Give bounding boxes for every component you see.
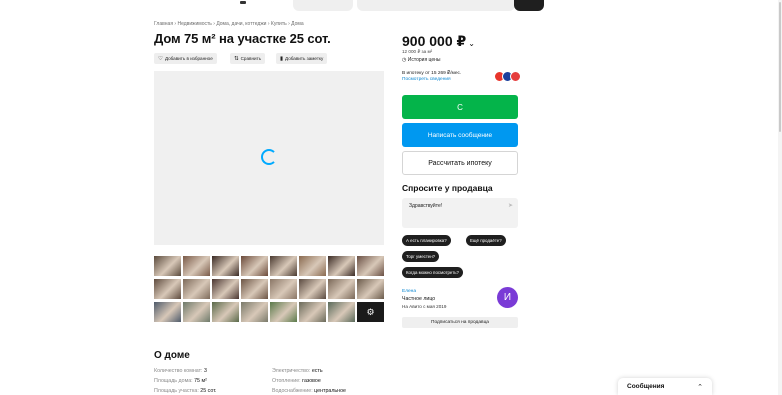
spec-plot-area: Площадь участка: 25 сот. <box>154 388 217 394</box>
quick-question-chip[interactable]: Ещё продаёте? <box>466 235 506 246</box>
note-icon: ▮ <box>280 55 284 62</box>
header-fragment <box>240 1 246 4</box>
spec-value: центральное <box>314 388 347 394</box>
thumbnail-photo[interactable] <box>357 279 384 299</box>
add-to-favorites-label: Добавить в избранное <box>164 56 213 61</box>
thumbnail-photo[interactable] <box>357 256 384 276</box>
chevron-down-icon: ⌄ <box>468 39 475 48</box>
avatar[interactable]: И <box>497 287 518 308</box>
loading-spinner-icon <box>261 149 277 165</box>
thumbnail-photo[interactable] <box>212 256 239 276</box>
thumbnail-photo[interactable] <box>154 302 181 322</box>
price-value: 900 000 ₽ <box>402 33 467 49</box>
thumbnail-photo[interactable] <box>270 302 297 322</box>
chevron-up-icon[interactable]: ⌃ <box>697 383 703 391</box>
price[interactable]: 900 000 ₽ ⌄ <box>402 33 475 50</box>
thumbnail-photo[interactable] <box>299 279 326 299</box>
thumbnail-row-3: ⚙ <box>154 302 384 322</box>
ask-seller-text: Здравствуйте! <box>409 203 443 209</box>
thumbnail-photo[interactable] <box>328 302 355 322</box>
bank-logo-icon <box>510 71 521 82</box>
thumbnail-photo[interactable] <box>328 279 355 299</box>
spec-value: 3 <box>204 368 207 374</box>
spec-label: Количество комнат: <box>154 368 203 374</box>
send-icon[interactable]: ➤ <box>508 202 513 209</box>
thumbnail-photo[interactable] <box>154 256 181 276</box>
spec-value: 75 м² <box>194 378 207 384</box>
add-note-button[interactable]: ▮ Добавить заметку <box>276 53 328 64</box>
quick-question-chip[interactable]: А есть планировка? <box>402 235 451 246</box>
spec-heating: Отопление: газовое <box>272 378 321 384</box>
thumbnail-photo[interactable] <box>328 256 355 276</box>
scrollbar[interactable] <box>778 0 782 395</box>
spec-label: Электричество: <box>272 368 311 374</box>
spec-rooms: Количество комнат: 3 <box>154 368 207 374</box>
show-phone-button[interactable]: С <box>402 95 518 119</box>
category-select[interactable] <box>293 0 353 11</box>
write-message-button[interactable]: Написать сообщение <box>402 123 518 147</box>
bank-logos <box>494 71 524 83</box>
heart-icon: ♡ <box>158 55 163 62</box>
compare-button[interactable]: ⇅ Сравнить <box>230 53 266 64</box>
messages-bar[interactable]: Сообщения ⌃ <box>618 378 712 395</box>
spec-value: газовое <box>302 378 321 384</box>
page-title: Дом 75 м² на участке 25 сот. <box>154 31 331 46</box>
breadcrumb[interactable]: Главная › Недвижимость › Дома, дачи, кот… <box>154 21 304 27</box>
price-history-label: История цены <box>407 57 441 63</box>
gear-icon: ⚙ <box>366 306 375 317</box>
ask-seller-title: Спросите у продавца <box>402 183 493 193</box>
thumbnail-photo[interactable] <box>212 279 239 299</box>
seller-name[interactable]: Елена <box>402 289 416 294</box>
messages-label: Сообщения <box>627 383 665 390</box>
spec-value: 25 сот. <box>200 388 217 394</box>
add-to-favorites-button[interactable]: ♡ Добавить в избранное <box>154 53 217 64</box>
scrollbar-thumb[interactable] <box>779 2 781 132</box>
compare-icon: ⇅ <box>234 55 239 62</box>
subscribe-seller-button[interactable]: Подписаться на продавца <box>402 317 518 328</box>
thumbnail-photo[interactable] <box>299 302 326 322</box>
history-icon: ◷ <box>402 57 407 63</box>
seller-type: Частное лицо <box>402 296 436 302</box>
spec-water: Водоснабжение: центральное <box>272 388 346 394</box>
spec-label: Водоснабжение: <box>272 388 313 394</box>
more-photos-button[interactable]: ⚙ <box>357 302 384 322</box>
thumbnail-row-1 <box>154 256 384 276</box>
spec-electricity: Электричество: есть <box>272 368 323 374</box>
thumbnail-photo[interactable] <box>183 302 210 322</box>
price-history-link[interactable]: ◷ История цены <box>402 57 441 63</box>
spec-house-area: Площадь дома: 75 м² <box>154 378 207 384</box>
thumbnail-photo[interactable] <box>241 302 268 322</box>
spec-label: Площадь участка: <box>154 388 199 394</box>
quick-question-chip[interactable]: Когда можно посмотреть? <box>402 267 463 278</box>
calculate-mortgage-button[interactable]: Рассчитать ипотеку <box>402 151 518 175</box>
spec-value: есть <box>311 368 323 374</box>
compare-label: Сравнить <box>240 56 262 61</box>
thumbnail-photo[interactable] <box>299 256 326 276</box>
ask-seller-input[interactable]: Здравствуйте! ➤ <box>402 198 518 228</box>
thumbnail-photo[interactable] <box>183 256 210 276</box>
spec-label: Площадь дома: <box>154 378 193 384</box>
thumbnail-photo[interactable] <box>241 279 268 299</box>
thumbnail-strip: ⚙ <box>154 256 384 325</box>
about-house-title: О доме <box>154 350 190 361</box>
thumbnail-photo[interactable] <box>270 256 297 276</box>
mortgage-info: В ипотеку от 15 269 ₽/мес. <box>402 71 462 76</box>
thumbnail-photo[interactable] <box>154 279 181 299</box>
thumbnail-photo[interactable] <box>183 279 210 299</box>
add-note-label: Добавить заметку <box>285 56 324 61</box>
seller-since: На Авито с мая 2019 <box>402 304 447 309</box>
thumbnail-row-2 <box>154 279 384 299</box>
price-per-meter: 12 000 ₽ за м² <box>402 49 433 54</box>
photo-gallery[interactable] <box>154 71 384 245</box>
header-strip <box>0 0 782 16</box>
spec-label: Отопление: <box>272 378 301 384</box>
thumbnail-photo[interactable] <box>270 279 297 299</box>
search-input[interactable] <box>357 0 515 11</box>
thumbnail-photo[interactable] <box>212 302 239 322</box>
quick-question-chip[interactable]: Торг уместен? <box>402 251 440 262</box>
search-button[interactable] <box>514 0 544 11</box>
mortgage-details-link[interactable]: Посмотреть сведения <box>402 77 451 82</box>
thumbnail-photo[interactable] <box>241 256 268 276</box>
